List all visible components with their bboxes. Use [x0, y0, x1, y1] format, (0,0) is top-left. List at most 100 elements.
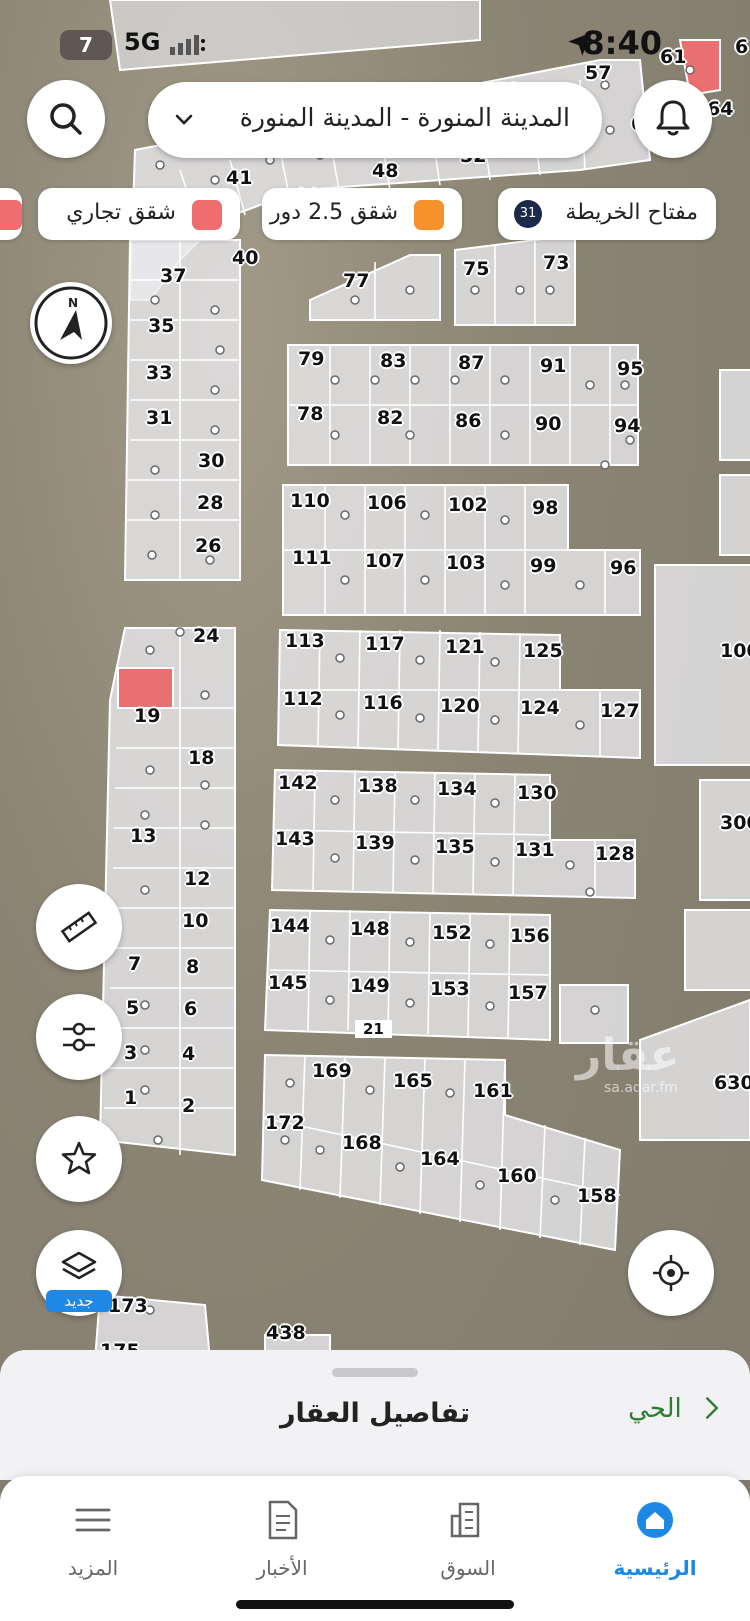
- favorites-button[interactable]: [36, 1116, 122, 1202]
- plot-label[interactable]: 116: [363, 692, 403, 714]
- plot-label[interactable]: 2: [182, 1095, 195, 1117]
- plot-label[interactable]: 30: [198, 450, 224, 472]
- plot-label[interactable]: 134: [437, 778, 477, 800]
- plot-label[interactable]: 138: [358, 775, 398, 797]
- property-details-sheet[interactable]: تفاصيل العقار الحي: [0, 1350, 750, 1480]
- plot-label[interactable]: 143: [275, 828, 315, 850]
- plot-label[interactable]: 172: [265, 1112, 305, 1134]
- plot-label[interactable]: 110: [290, 490, 330, 512]
- plot-label[interactable]: 153: [430, 978, 470, 1000]
- plot-label[interactable]: 117: [365, 633, 405, 655]
- plot-label[interactable]: 82: [377, 407, 403, 429]
- plot-label[interactable]: 48: [372, 160, 398, 182]
- sheet-grabber[interactable]: [332, 1368, 418, 1377]
- plot-label[interactable]: 300: [720, 812, 750, 834]
- plot-label[interactable]: 630: [714, 1072, 750, 1094]
- plot-label[interactable]: 102: [448, 494, 488, 516]
- filter-chip-floors[interactable]: شقق 2.5 دور: [262, 188, 462, 240]
- plot-label[interactable]: 127: [600, 700, 640, 722]
- notifications-button[interactable]: [634, 80, 712, 158]
- plot-label[interactable]: 149: [350, 975, 390, 997]
- plot-label[interactable]: 19: [134, 705, 160, 727]
- plot-label[interactable]: 99: [530, 555, 556, 577]
- plot-label[interactable]: 79: [298, 348, 324, 370]
- plot-label[interactable]: 8: [186, 956, 199, 978]
- plot-label[interactable]: 128: [595, 843, 635, 865]
- plot-label[interactable]: 83: [380, 350, 406, 372]
- plot-label[interactable]: 144: [270, 915, 310, 937]
- plot-label[interactable]: 12: [184, 868, 210, 890]
- plot-label[interactable]: 40: [232, 247, 258, 269]
- plot-label[interactable]: 131: [515, 839, 555, 861]
- plot-label[interactable]: 157: [508, 982, 548, 1004]
- plot-label[interactable]: 173: [108, 1295, 148, 1317]
- tab-home[interactable]: الرئيسية: [580, 1490, 730, 1590]
- plot-label[interactable]: 87: [458, 352, 484, 374]
- plot-label[interactable]: 35: [148, 315, 174, 337]
- plot-label[interactable]: 107: [365, 550, 405, 572]
- plot-label[interactable]: 13: [130, 825, 156, 847]
- plot-label[interactable]: 103: [446, 552, 486, 574]
- plot-label[interactable]: 5: [126, 997, 139, 1019]
- plot-label[interactable]: 77: [343, 270, 369, 292]
- plot-label[interactable]: 33: [146, 362, 172, 384]
- filter-settings-button[interactable]: [36, 994, 122, 1080]
- plot-label[interactable]: 160: [497, 1165, 537, 1187]
- plot-label[interactable]: 169: [312, 1060, 352, 1082]
- plot-label[interactable]: 168: [342, 1132, 382, 1154]
- search-button[interactable]: [27, 80, 105, 158]
- plot-label[interactable]: 111: [292, 547, 332, 569]
- plot-label[interactable]: 124: [520, 697, 560, 719]
- plot-label[interactable]: 139: [355, 832, 395, 854]
- plot-label[interactable]: 31: [146, 407, 172, 429]
- plot-label[interactable]: 21: [355, 1020, 392, 1038]
- compass-button[interactable]: N: [30, 282, 112, 364]
- filter-chip-commercial[interactable]: شقق تجاري: [38, 188, 240, 240]
- plot-label[interactable]: 91: [540, 355, 566, 377]
- plot-label[interactable]: 94: [614, 415, 640, 437]
- plot-label[interactable]: 26: [195, 535, 221, 557]
- plot-label[interactable]: 75: [463, 258, 489, 280]
- neighborhood-link[interactable]: الحي: [628, 1394, 720, 1424]
- plot-label[interactable]: 135: [435, 836, 475, 858]
- plot-label[interactable]: 165: [393, 1070, 433, 1092]
- plot-label[interactable]: 130: [517, 782, 557, 804]
- plot-label[interactable]: 78: [297, 403, 323, 425]
- plot-label[interactable]: 3: [124, 1042, 137, 1064]
- plot-label[interactable]: 158: [577, 1185, 617, 1207]
- tab-more[interactable]: المزيد: [18, 1490, 168, 1590]
- plot-label[interactable]: 164: [420, 1148, 460, 1170]
- map-key-button[interactable]: مفتاح الخريطة 31: [498, 188, 716, 240]
- plot-label[interactable]: 73: [543, 252, 569, 274]
- plot-label[interactable]: 7: [128, 953, 141, 975]
- plot-label[interactable]: 100: [720, 640, 750, 662]
- plot-label[interactable]: 1: [124, 1087, 137, 1109]
- plot-label[interactable]: 120: [440, 695, 480, 717]
- plot-label[interactable]: 41: [226, 167, 252, 189]
- plot-label[interactable]: 161: [473, 1080, 513, 1102]
- plot-label[interactable]: 98: [532, 497, 558, 519]
- plot-label[interactable]: 121: [445, 636, 485, 658]
- plot-label[interactable]: 438: [266, 1322, 306, 1344]
- tab-news[interactable]: الأخبار: [207, 1490, 357, 1590]
- plot-label[interactable]: 10: [182, 910, 208, 932]
- plot-label[interactable]: 90: [535, 413, 561, 435]
- my-location-button[interactable]: [628, 1230, 714, 1316]
- plot-label[interactable]: 145: [268, 972, 308, 994]
- plot-label[interactable]: 106: [367, 492, 407, 514]
- plot-label[interactable]: 152: [432, 922, 472, 944]
- plot-label[interactable]: 148: [350, 918, 390, 940]
- plot-label[interactable]: 95: [617, 358, 643, 380]
- plot-label[interactable]: 112: [283, 688, 323, 710]
- plot-label[interactable]: 4: [182, 1043, 195, 1065]
- tab-market[interactable]: السوق: [393, 1490, 543, 1590]
- plot-label[interactable]: 96: [610, 557, 636, 579]
- plot-label[interactable]: 142: [278, 772, 318, 794]
- plot-label[interactable]: 113: [285, 630, 325, 652]
- layers-button[interactable]: جديد: [36, 1230, 122, 1316]
- location-selector[interactable]: المدينة المنورة - المدينة المنورة: [148, 82, 602, 158]
- plot-label[interactable]: 86: [455, 410, 481, 432]
- filter-chip-partial[interactable]: [0, 188, 22, 240]
- plot-label[interactable]: 24: [193, 625, 219, 647]
- plot-label[interactable]: 28: [197, 492, 223, 514]
